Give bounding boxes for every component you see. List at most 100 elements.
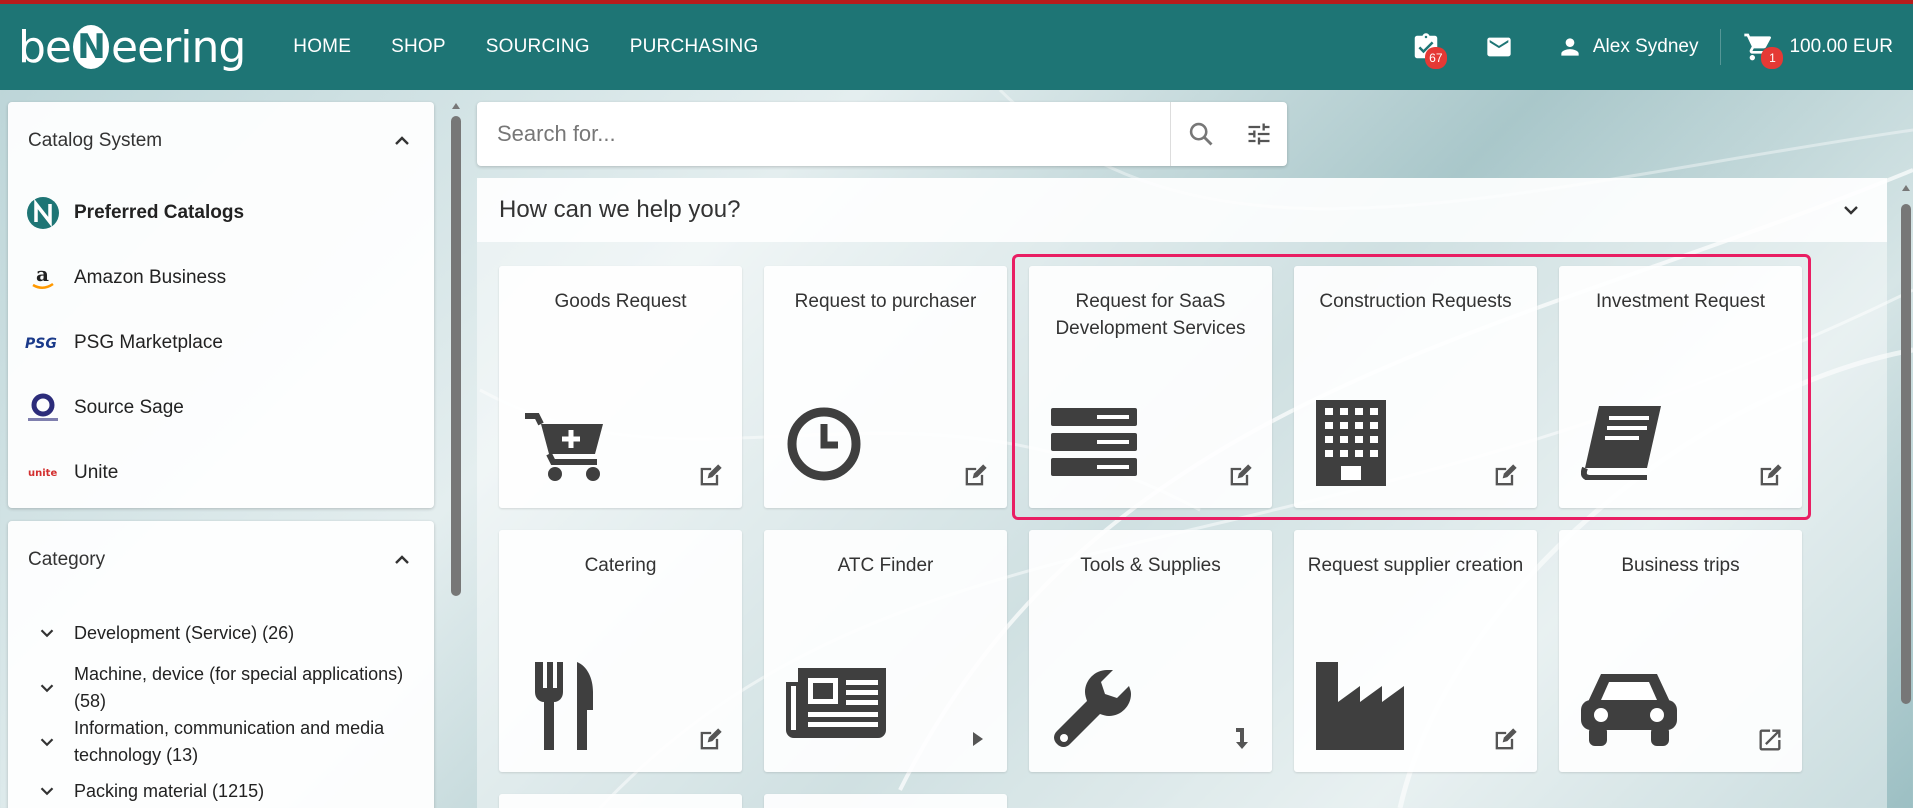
tile-goods-request[interactable]: Goods Request — [499, 266, 742, 508]
clock-icon — [787, 407, 861, 481]
edit-icon[interactable] — [696, 726, 724, 754]
cutlery-icon — [535, 662, 593, 750]
catalog-item-preferred[interactable]: Preferred Catalogs — [8, 180, 434, 245]
catalog-item-label: Unite — [74, 461, 119, 483]
tile-investment-request[interactable]: Investment Request — [1559, 266, 1802, 508]
svg-text:unite: unite — [28, 468, 57, 479]
tile-partial[interactable] — [764, 794, 1007, 808]
chevron-down-icon[interactable] — [36, 677, 58, 699]
wrench-icon — [1054, 670, 1131, 747]
category-header[interactable]: Category — [8, 521, 434, 599]
server-icon — [1051, 408, 1137, 476]
category-item-label: Development (Service) (26) — [74, 622, 295, 643]
chevron-down-icon[interactable] — [36, 780, 58, 802]
tasks-button[interactable]: 67 — [1411, 31, 1447, 69]
catalog-system-title: Catalog System — [28, 130, 163, 151]
edit-icon[interactable] — [1756, 462, 1784, 490]
header-actions: 67 Alex Sydney 1 100.00 EUR — [1411, 4, 1893, 90]
tile-title: Request to purchaser — [794, 291, 977, 312]
nav-purchasing[interactable]: PURCHASING — [630, 36, 759, 58]
nerring-logo-icon — [24, 194, 62, 232]
chevron-down-icon[interactable] — [36, 731, 58, 753]
tile-business-trips[interactable]: Business trips — [1559, 530, 1802, 772]
book-icon — [1581, 406, 1661, 480]
nav-sourcing[interactable]: SOURCING — [486, 36, 590, 58]
cart-button[interactable]: 1 100.00 EUR — [1743, 31, 1893, 69]
arrow-down-icon[interactable] — [1232, 726, 1252, 750]
tile-title: Request supplier creation — [1307, 555, 1524, 576]
edit-icon[interactable] — [1491, 462, 1519, 490]
tile-title: Tools & Supplies — [1080, 555, 1221, 576]
sidebar-scrollbar-thumb[interactable] — [451, 116, 461, 596]
catalog-item-sourcesage[interactable]: Source Sage — [8, 375, 434, 440]
chevron-down-icon[interactable] — [1839, 198, 1863, 222]
user-name: Alex Sydney — [1592, 36, 1699, 57]
user-menu[interactable]: Alex Sydney — [1557, 34, 1699, 60]
tile-construction-requests[interactable]: Construction Requests — [1294, 266, 1537, 508]
tile-tools-supplies[interactable]: Tools & Supplies — [1029, 530, 1272, 772]
tasks-badge: 67 — [1424, 47, 1447, 69]
chevron-up-icon[interactable] — [390, 548, 414, 572]
content-scrollbar-thumb[interactable] — [1901, 204, 1911, 704]
edit-icon[interactable] — [1491, 726, 1519, 754]
category-item-label: Machine, device (for special application… — [74, 664, 404, 711]
catalog-item-unite[interactable]: unite Unite — [8, 440, 434, 505]
category-item-machine[interactable]: Machine, device (for special application… — [8, 661, 434, 715]
tile-partial[interactable] — [499, 794, 742, 808]
tile-title: Catering — [584, 555, 657, 576]
tile-title: Investment Request — [1596, 291, 1765, 312]
scroll-up-arrow-icon[interactable] — [451, 101, 461, 111]
svg-text:a: a — [36, 263, 49, 286]
edit-icon[interactable] — [696, 462, 724, 490]
edit-icon[interactable] — [1226, 462, 1254, 490]
catalog-item-amazon[interactable]: a Amazon Business — [8, 245, 434, 310]
nav-shop[interactable]: SHOP — [391, 36, 446, 58]
external-link-icon[interactable] — [1756, 726, 1784, 754]
search-bar — [477, 102, 1287, 166]
tile-title: Business trips — [1621, 555, 1740, 576]
amazon-logo-icon: a — [24, 259, 62, 297]
sidebar-scrollbar[interactable] — [451, 98, 461, 808]
chevron-up-icon[interactable] — [390, 129, 414, 153]
scroll-up-arrow-icon[interactable] — [1900, 183, 1912, 193]
logo-text-start: be — [18, 21, 72, 73]
help-panel-header[interactable]: How can we help you? — [477, 178, 1887, 242]
car-icon — [1581, 674, 1677, 746]
tile-title: Construction Requests — [1319, 291, 1512, 312]
edit-icon[interactable] — [961, 462, 989, 490]
main-nav: HOME SHOP SOURCING PURCHASING — [293, 36, 798, 58]
tile-atc-finder[interactable]: ATC Finder — [764, 530, 1007, 772]
nav-home[interactable]: HOME — [293, 36, 351, 58]
tile-catering[interactable]: Catering — [499, 530, 742, 772]
catalog-item-psg[interactable]: PSG PSG Marketplace — [8, 310, 434, 375]
user-icon — [1561, 38, 1579, 56]
svg-text:PSG: PSG — [25, 336, 57, 352]
search-icon — [1189, 122, 1213, 146]
catalog-item-label: PSG Marketplace — [74, 331, 223, 353]
tile-request-to-purchaser[interactable]: Request to purchaser — [764, 266, 1007, 508]
chevron-down-icon[interactable] — [36, 622, 58, 644]
sourcesage-logo-icon — [24, 389, 62, 427]
benneering-logo[interactable]: be N eering — [18, 21, 246, 73]
tile-request-supplier-creation[interactable]: Request supplier creation — [1294, 530, 1537, 772]
tile-saas-development[interactable]: Request for SaaS Development Services — [1029, 266, 1272, 508]
search-button[interactable] — [1171, 120, 1231, 148]
psg-logo-icon: PSG — [24, 324, 62, 362]
messages-button[interactable] — [1483, 33, 1515, 61]
category-item-ict[interactable]: Information, communication and media tec… — [8, 715, 434, 769]
tile-title: ATC Finder — [837, 555, 934, 576]
content-scrollbar[interactable] — [1900, 180, 1912, 808]
unite-logo-icon: unite — [24, 454, 62, 492]
category-item-development[interactable]: Development (Service) (26) — [8, 599, 434, 661]
catalog-item-label: Amazon Business — [74, 266, 227, 288]
catalog-system-header[interactable]: Catalog System — [8, 102, 434, 180]
search-input[interactable] — [477, 102, 1170, 166]
factory-icon — [1316, 662, 1404, 750]
logo-text-end: eering — [111, 21, 246, 73]
mail-icon — [1487, 37, 1511, 57]
category-item-packing[interactable]: Packing material (1215) — [8, 769, 434, 808]
play-icon[interactable] — [971, 730, 985, 748]
filter-button[interactable] — [1231, 120, 1287, 148]
top-navbar: be N eering HOME SHOP SOURCING PURCHASIN… — [0, 4, 1913, 90]
category-title: Category — [28, 549, 106, 570]
